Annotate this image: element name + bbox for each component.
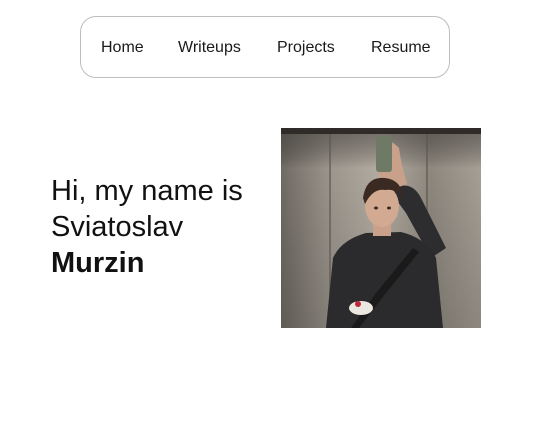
intro-greeting: Hi, my name is [51,175,243,207]
nav-link-resume[interactable]: Resume [371,17,431,79]
intro-heading: Hi, my name is Sviatoslav Murzin [51,173,271,281]
intro-last-name: Murzin [51,247,145,279]
nav-link-writeups[interactable]: Writeups [178,17,241,79]
nav-link-projects[interactable]: Projects [277,17,335,79]
intro-first-name: Sviatoslav [51,211,184,243]
profile-photo [281,128,481,328]
top-navigation: Home Writeups Projects Resume [80,16,450,78]
profile-photo-image [281,128,481,328]
nav-link-home[interactable]: Home [101,17,144,79]
